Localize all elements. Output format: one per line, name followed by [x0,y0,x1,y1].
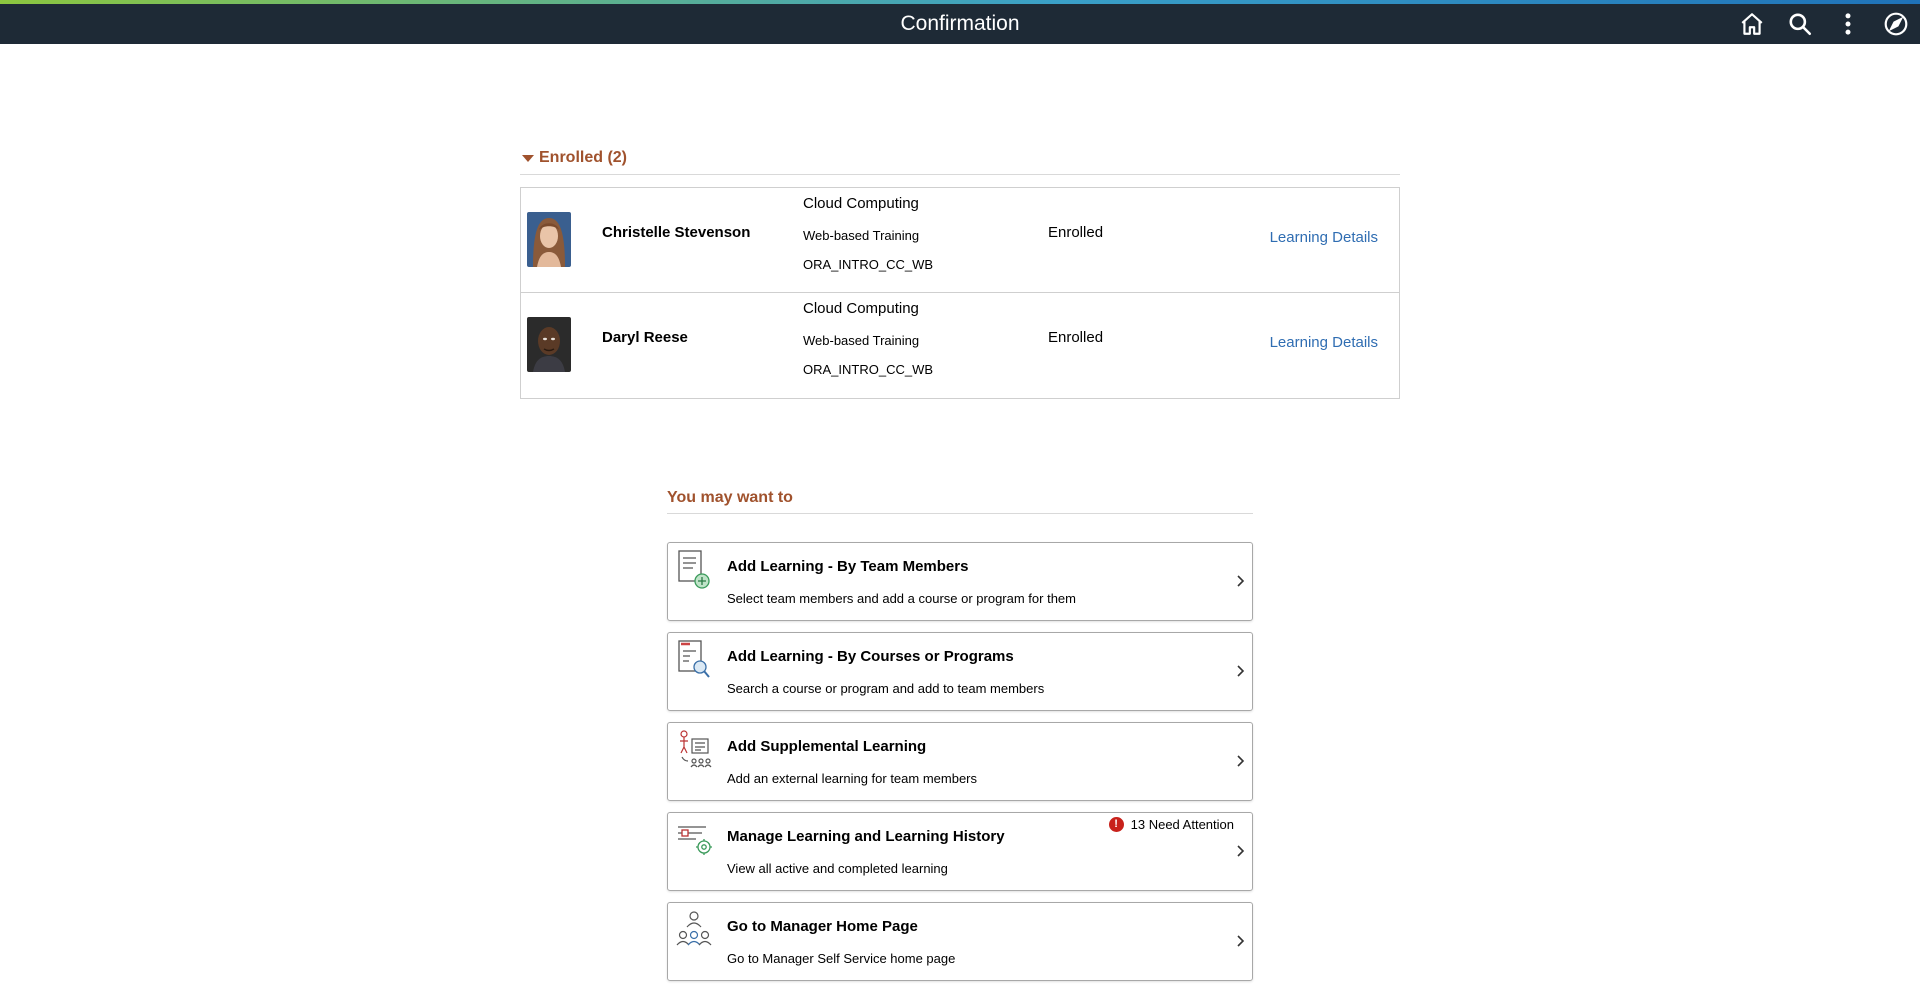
attention-badge: ! 13 Need Attention [1108,817,1234,832]
table-row: Christelle Stevenson Cloud Computing Web… [521,188,1399,293]
avatar [527,317,571,372]
learning-details-link[interactable]: Learning Details [1270,334,1378,351]
person-name: Christelle Stevenson [602,224,751,241]
collapse-triangle-icon[interactable] [522,154,534,162]
home-icon[interactable] [1728,4,1776,44]
add-learning-by-team-members-tile[interactable]: Add Learning - By Team Members Select te… [667,542,1253,621]
supplemental-learning-icon [676,729,712,771]
enrollment-status: Enrolled [1048,224,1104,241]
tile-description: View all active and completed learning [727,861,948,876]
tile-description: Select team members and add a course or … [727,591,1076,606]
related-section-title: You may want to [667,489,793,506]
add-supplemental-learning-tile[interactable]: Add Supplemental Learning Add an externa… [667,722,1253,801]
chevron-right-icon [1237,665,1245,677]
header-actions [1728,4,1920,44]
tile-title: Add Learning - By Courses or Programs [727,648,1014,665]
enrolled-section-title: Enrolled (2) [539,149,628,166]
page-title: Confirmation [900,12,1020,35]
more-options-icon[interactable] [1824,4,1872,44]
manager-home-icon [676,909,712,951]
search-icon[interactable] [1776,4,1824,44]
add-learning-team-icon [676,549,712,591]
avatar [527,212,571,267]
manage-learning-icon [676,819,712,861]
top-header: Confirmation [0,4,1920,44]
search-courses-icon [676,639,712,681]
enrollment-status: Enrolled [1048,329,1104,346]
tile-description: Add an external learning for team member… [727,771,978,786]
learning-details-link[interactable]: Learning Details [1270,229,1378,246]
course-name: Cloud Computing [803,300,919,317]
table-row: Daryl Reese Cloud Computing Web-based Tr… [521,293,1399,398]
add-learning-by-courses-tile[interactable]: Add Learning - By Courses or Programs Se… [667,632,1253,711]
chevron-right-icon [1237,935,1245,947]
chevron-right-icon [1237,755,1245,767]
person-name: Daryl Reese [602,329,688,346]
tile-title: Go to Manager Home Page [727,918,918,935]
tile-description: Search a course or program and add to te… [727,681,1045,696]
attention-count: 13 Need Attention [1130,817,1234,832]
tile-title: Add Learning - By Team Members [727,558,969,575]
related-tiles: Add Learning - By Team Members Select te… [667,542,1253,981]
chevron-right-icon [1237,575,1245,587]
tile-description: Go to Manager Self Service home page [727,951,956,966]
tile-title: Add Supplemental Learning [727,738,927,755]
course-code: ORA_INTRO_CC_WB [803,257,934,272]
alert-icon: ! [1108,817,1124,832]
course-code: ORA_INTRO_CC_WB [803,362,934,377]
go-to-manager-home-tile[interactable]: Go to Manager Home Page Go to Manager Se… [667,902,1253,981]
chevron-right-icon [1237,845,1245,857]
course-type: Web-based Training [803,333,920,348]
enrolled-collapsible-header[interactable]: Enrolled (2) [520,146,1400,170]
navbar-compass-icon[interactable] [1872,4,1920,44]
related-actions-section: You may want to Add Learning - By Team M… [667,489,1253,992]
divider [667,513,1253,514]
manage-learning-history-tile[interactable]: Manage Learning and Learning History Vie… [667,812,1253,891]
enrolled-section: Enrolled (2) Christelle Stevenson Cloud … [520,146,1400,399]
divider [520,174,1400,175]
course-type: Web-based Training [803,228,920,243]
tile-title: Manage Learning and Learning History [727,828,1005,845]
course-name: Cloud Computing [803,195,919,212]
enrolled-grid: Christelle Stevenson Cloud Computing Web… [520,187,1400,399]
